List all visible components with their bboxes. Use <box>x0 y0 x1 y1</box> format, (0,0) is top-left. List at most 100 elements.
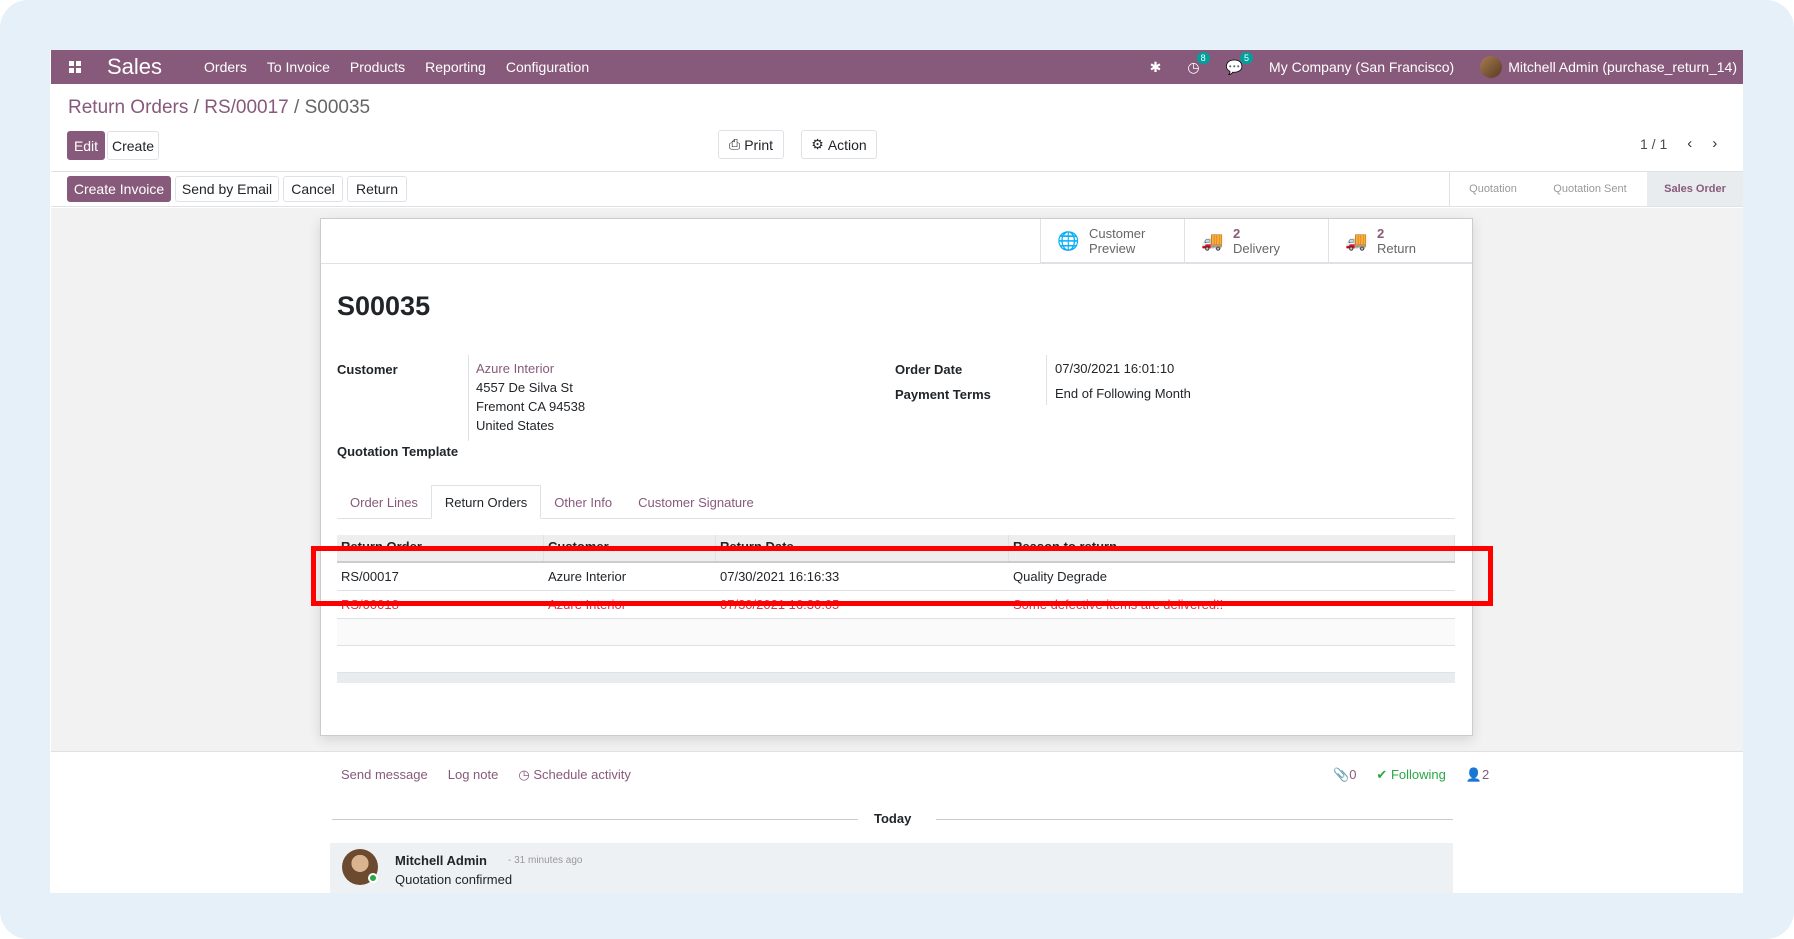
edit-button[interactable]: Edit <box>67 131 105 160</box>
activity-clock-icon[interactable]: ◷ 8 <box>1187 51 1210 76</box>
create-button[interactable]: Create <box>107 131 159 160</box>
payment-terms-value[interactable]: End of Following Month <box>1055 384 1191 403</box>
tab-order-lines[interactable]: Order Lines <box>337 485 431 519</box>
table-footer <box>337 673 1455 683</box>
preview-label-2: Preview <box>1089 241 1136 256</box>
return-count: 2 <box>1377 226 1385 241</box>
chatter-topbar-right: 📎0 ✔ Following 👤2 <box>1333 767 1489 783</box>
followers-button[interactable]: 👤2 <box>1466 767 1489 783</box>
messages-badge: 5 <box>1240 51 1254 64</box>
tab-other-info[interactable]: Other Info <box>541 485 625 519</box>
send-message-button[interactable]: Send message <box>341 767 428 783</box>
breadcrumb-separator: / <box>288 97 305 118</box>
customer-label: Customer <box>337 362 398 377</box>
smart-buttons: 🌐 Customer Preview 🚚 2 Delivery 🚚 2 Return <box>1040 219 1472 263</box>
preview-label-1: Customer <box>1089 226 1146 241</box>
chatter-actions: Send message Log note ◷ Schedule activit… <box>341 767 631 783</box>
following-label: Following <box>1390 767 1446 782</box>
menu-configuration[interactable]: Configuration <box>506 59 589 75</box>
send-by-email-button[interactable]: Send by Email <box>175 176 279 202</box>
message-time: - 31 minutes ago <box>508 855 583 866</box>
delivery-count: 2 <box>1233 226 1241 241</box>
message-body: Quotation confirmed <box>395 872 513 887</box>
following-button[interactable]: ✔ Following <box>1376 767 1445 783</box>
breadcrumb-rs00017[interactable]: RS/00017 <box>204 97 289 118</box>
company-switcher[interactable]: My Company (San Francisco) <box>1269 59 1454 75</box>
check-icon: ✔ <box>1376 767 1391 782</box>
action-button[interactable]: ⚙ Action <box>801 130 877 159</box>
schedule-activity-label: Schedule activity <box>533 767 631 782</box>
menu-to-invoice[interactable]: To Invoice <box>267 59 330 75</box>
pager: 1 / 1 ‹ › <box>1640 135 1717 152</box>
field-divider <box>1046 355 1047 405</box>
quotation-template-label: Quotation Template <box>337 444 459 459</box>
user-avatar <box>1480 56 1503 78</box>
address-line-3: United States <box>476 418 555 433</box>
empty-row <box>337 646 1455 673</box>
menu-products[interactable]: Products <box>350 59 405 75</box>
tab-return-orders[interactable]: Return Orders <box>430 485 542 519</box>
address-line-2: Fremont CA 94538 <box>476 399 586 414</box>
delivery-smart-button[interactable]: 🚚 2 Delivery <box>1184 219 1328 263</box>
divider-line <box>332 819 858 820</box>
apps-menu-icon[interactable] <box>57 50 93 84</box>
address-line-1: 4557 De Silva St <box>476 380 573 395</box>
stage-divider <box>1449 172 1450 206</box>
print-icon: ⎙ <box>729 136 741 152</box>
schedule-activity-button[interactable]: ◷ Schedule activity <box>518 767 631 783</box>
create-invoice-button[interactable]: Create Invoice <box>67 176 171 202</box>
breadcrumb: Return Orders / RS/00017 / S00035 <box>68 97 370 119</box>
odoo-app: Sales Orders To Invoice Products Reporti… <box>50 50 1743 893</box>
top-navbar: Sales Orders To Invoice Products Reporti… <box>51 50 1743 84</box>
menu-orders[interactable]: Orders <box>204 59 247 75</box>
order-date-label: Order Date <box>895 362 963 377</box>
breadcrumb-separator: / <box>188 97 205 118</box>
order-date-value[interactable]: 07/30/2021 16:01:10 <box>1055 359 1174 378</box>
return-smart-button[interactable]: 🚚 2 Return <box>1328 219 1472 263</box>
delivery-label: Delivery <box>1233 241 1280 256</box>
statusbar: Create Invoice Send by Email Cancel Retu… <box>51 171 1743 207</box>
pager-value[interactable]: 1 / 1 <box>1640 136 1667 152</box>
chatter-message: Mitchell Admin - 31 minutes ago Quotatio… <box>330 843 1453 893</box>
gear-icon: ⚙ <box>811 136 824 152</box>
chevron-right-icon[interactable]: › <box>1712 135 1717 152</box>
globe-icon: 🌐 <box>1057 230 1080 251</box>
chevron-left-icon[interactable]: ‹ <box>1687 135 1692 152</box>
stage-quotation[interactable]: Quotation <box>1453 172 1533 206</box>
field-divider <box>468 355 469 441</box>
stage-quotation-sent[interactable]: Quotation Sent <box>1535 172 1645 206</box>
action-label: Action <box>827 136 867 153</box>
attachments-count: 0 <box>1349 767 1357 782</box>
paperclip-icon: 📎 <box>1333 767 1350 782</box>
activity-badge: 8 <box>1196 51 1210 64</box>
divider-line <box>936 819 1453 820</box>
return-button[interactable]: Return <box>347 176 407 202</box>
message-author[interactable]: Mitchell Admin <box>395 853 487 868</box>
notebook-tabs: Order Lines Return Orders Other Info Cus… <box>337 485 1455 519</box>
stage-sales-order[interactable]: Sales Order <box>1647 172 1743 206</box>
print-label: Print <box>744 136 773 153</box>
user-menu[interactable]: Mitchell Admin (purchase_return_14) <box>1480 56 1737 78</box>
truck-icon: 🚚 <box>1201 230 1224 251</box>
today-separator: Today <box>874 811 912 826</box>
app-name[interactable]: Sales <box>107 54 162 80</box>
print-button[interactable]: ⎙ Print <box>718 130 784 159</box>
customer-preview-button[interactable]: 🌐 Customer Preview <box>1040 219 1184 263</box>
cancel-button[interactable]: Cancel <box>283 176 343 202</box>
breadcrumb-return-orders[interactable]: Return Orders <box>68 97 188 118</box>
user-name: Mitchell Admin (purchase_return_14) <box>1508 59 1737 75</box>
online-status-icon <box>368 873 378 883</box>
breadcrumb-current: S00035 <box>304 97 371 118</box>
empty-row <box>337 619 1455 646</box>
tab-customer-signature[interactable]: Customer Signature <box>625 485 767 519</box>
messages-chat-icon[interactable]: 💬 5 <box>1226 51 1254 76</box>
customer-link[interactable]: Azure Interior <box>476 359 554 378</box>
truck-icon: 🚚 <box>1345 230 1368 251</box>
clock-icon: ◷ <box>518 767 534 782</box>
return-label: Return <box>1377 241 1417 256</box>
debug-bug-icon[interactable]: ✱ <box>1150 59 1162 76</box>
highlight-annotation <box>311 546 1493 606</box>
attachments-button[interactable]: 📎0 <box>1333 767 1356 783</box>
menu-reporting[interactable]: Reporting <box>425 59 486 75</box>
log-note-button[interactable]: Log note <box>448 767 499 783</box>
